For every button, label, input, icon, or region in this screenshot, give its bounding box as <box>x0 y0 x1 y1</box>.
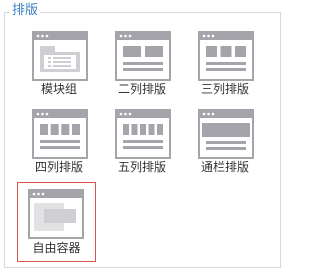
layout-option-full-width[interactable]: 通栏排版 <box>186 102 264 180</box>
free-container-icon <box>28 189 84 239</box>
layout-option-label: 自由容器 <box>32 241 81 255</box>
layout-option-two-column[interactable]: 二列排版 <box>103 24 181 102</box>
two-column-icon <box>115 31 171 81</box>
layout-option-five-column[interactable]: 五列排版 <box>103 102 181 180</box>
layout-option-label: 二列排版 <box>117 82 166 96</box>
five-column-icon <box>115 109 171 159</box>
layout-option-label: 通栏排版 <box>200 160 249 174</box>
layout-option-three-column[interactable]: 三列排版 <box>186 24 264 102</box>
three-column-icon <box>198 31 254 81</box>
full-width-icon <box>198 109 254 159</box>
layout-option-four-column[interactable]: 四列排版 <box>20 102 98 180</box>
layout-option-label: 四列排版 <box>34 160 83 174</box>
layout-option-label: 三列排版 <box>200 82 249 96</box>
module-group-icon <box>32 31 88 81</box>
four-column-icon <box>32 109 88 159</box>
layout-option-label: 五列排版 <box>117 160 166 174</box>
layout-option-free-container[interactable]: 自由容器 <box>17 182 96 262</box>
layout-option-module-group[interactable]: 模块组 <box>20 24 98 102</box>
panel-legend: 排版 <box>10 3 41 19</box>
layout-option-label: 模块组 <box>40 82 77 96</box>
